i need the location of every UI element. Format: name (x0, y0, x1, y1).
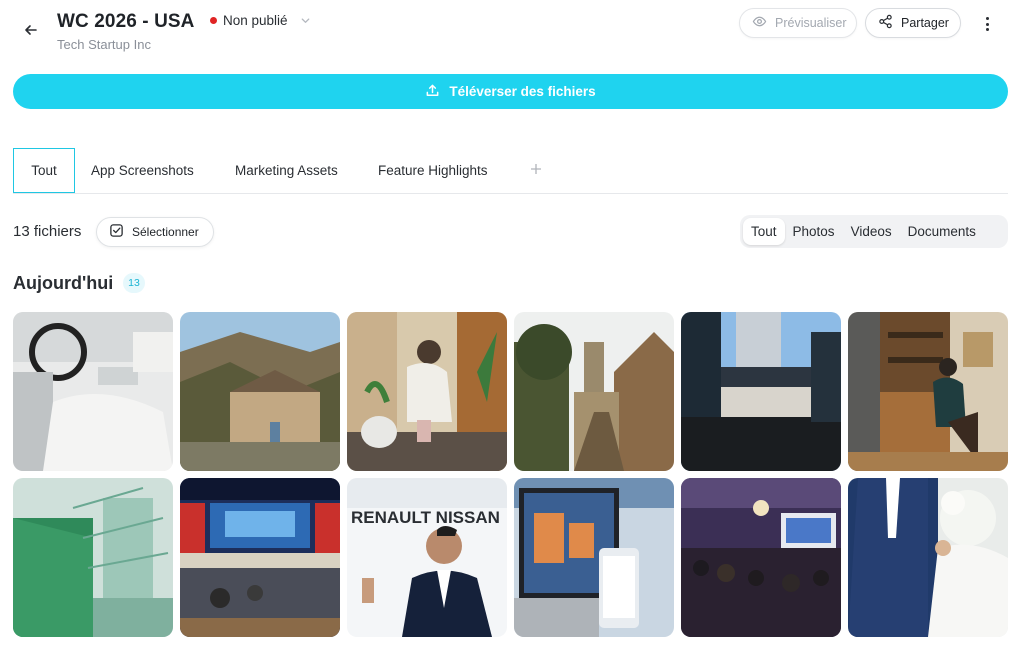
checkbox-icon (109, 223, 124, 241)
file-count: 13 fichiers (13, 223, 82, 240)
filter-videos[interactable]: Videos (843, 218, 900, 245)
arrow-left-icon (23, 22, 39, 43)
photo-home-office[interactable] (848, 312, 1008, 471)
status-label: Non publié (223, 13, 288, 28)
photo-car-interior[interactable] (13, 312, 173, 471)
photo-medieval-street[interactable] (514, 312, 674, 471)
eye-icon (752, 14, 767, 32)
photo-woman-gardening[interactable] (347, 312, 507, 471)
tab-feature-highlights[interactable]: Feature Highlights (378, 148, 488, 193)
tab-marketing-assets[interactable]: Marketing Assets (235, 148, 338, 193)
photo-event-audience[interactable] (681, 478, 841, 637)
select-button[interactable]: Sélectionner (96, 217, 214, 247)
upload-icon (425, 83, 440, 101)
preview-button[interactable]: Prévisualiser (739, 8, 857, 38)
upload-label: Téléverser des fichiers (449, 84, 596, 99)
section-title: Aujourd'hui (13, 273, 114, 293)
add-tab-button[interactable] (526, 148, 546, 193)
more-vertical-icon[interactable] (976, 13, 998, 35)
filter-tout[interactable]: Tout (743, 218, 785, 245)
upload-button[interactable]: Téléverser des fichiers (13, 74, 1008, 109)
page-title: WC 2026 - USA (57, 11, 195, 32)
share-icon (878, 14, 893, 32)
select-label: Sélectionner (132, 225, 199, 239)
filter-documents[interactable]: Documents (900, 218, 984, 245)
preview-label: Prévisualiser (775, 16, 847, 30)
album-tabs: Tout App Screenshots Marketing Assets Fe… (13, 148, 1008, 194)
share-button[interactable]: Partager (865, 8, 961, 38)
photo-conference-hall-flags[interactable] (180, 478, 340, 637)
section-count-badge: 13 (123, 273, 145, 293)
tab-tout[interactable]: Tout (13, 148, 75, 193)
photo-green-industrial[interactable] (13, 478, 173, 637)
share-label: Partager (901, 16, 949, 30)
photo-modern-building[interactable] (681, 312, 841, 471)
chevron-down-icon (300, 15, 311, 26)
page-subtitle: Tech Startup Inc (57, 37, 151, 52)
type-filter: Tout Photos Videos Documents (740, 215, 1008, 248)
photo-renault-nissan-speaker[interactable]: RENAULT NISSAN (347, 478, 507, 637)
plus-icon (530, 162, 542, 180)
filter-photos[interactable]: Photos (785, 218, 843, 245)
renault-nissan-sign: RENAULT NISSAN (351, 508, 500, 527)
page-header: WC 2026 - USA Non publié Tech Startup In… (0, 0, 1024, 62)
photo-wedding-couple[interactable] (848, 478, 1008, 637)
status-dropdown[interactable]: Non publié (210, 13, 311, 28)
photo-laptop-phone[interactable] (514, 478, 674, 637)
photo-cliff-village[interactable] (180, 312, 340, 471)
tab-app-screenshots[interactable]: App Screenshots (91, 148, 194, 193)
back-button[interactable] (18, 20, 44, 44)
status-dot (210, 17, 217, 24)
